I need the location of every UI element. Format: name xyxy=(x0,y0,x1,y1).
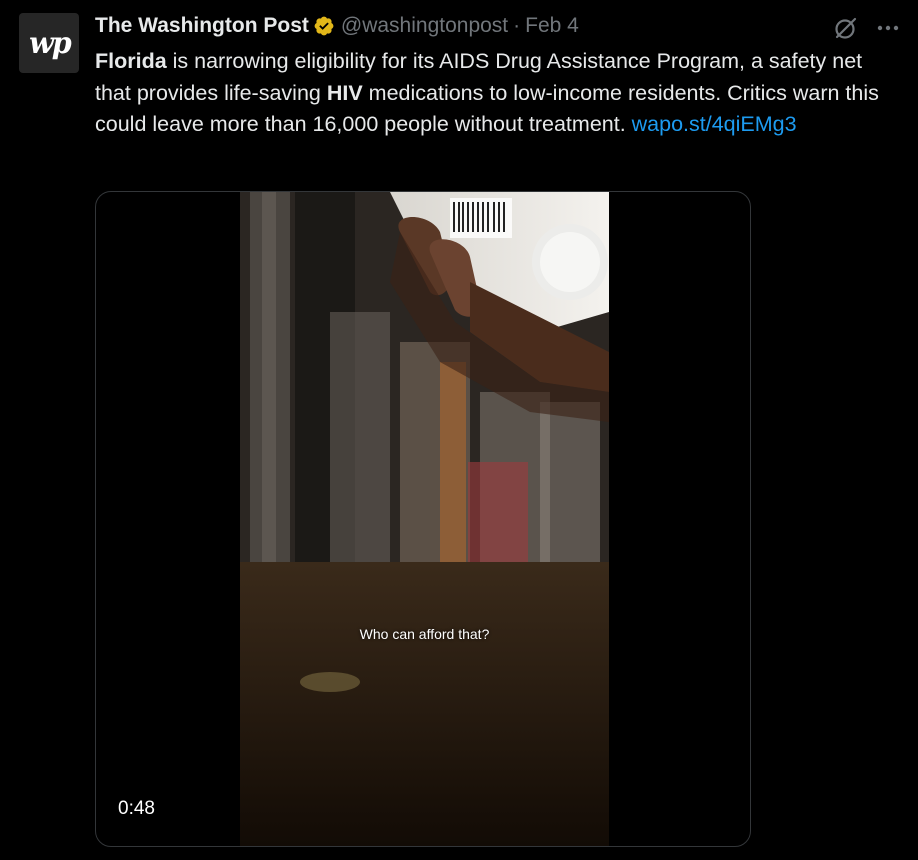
more-icon[interactable] xyxy=(874,14,902,42)
verified-badge-icon xyxy=(314,16,334,36)
avatar-logo: wp xyxy=(28,25,72,61)
avatar[interactable]: wp xyxy=(19,13,79,73)
grok-icon[interactable] xyxy=(832,14,860,42)
hashtag-florida[interactable]: Florida xyxy=(95,49,167,73)
video-frame[interactable] xyxy=(240,192,609,846)
author-name[interactable]: The Washington Post xyxy=(95,14,309,38)
video-caption: Who can afford that? xyxy=(359,626,490,642)
video-duration: 0:48 xyxy=(118,798,155,819)
hashtag-hiv[interactable]: HIV xyxy=(327,81,363,105)
tweet-text: Florida is narrowing eligibility for its… xyxy=(95,46,895,141)
author-handle[interactable]: @washingtonpost xyxy=(341,14,508,38)
video-still xyxy=(240,192,609,846)
tweet-date[interactable]: Feb 4 xyxy=(525,14,579,38)
tweet-header: The Washington Post @washingtonpost · Fe… xyxy=(95,12,579,40)
separator-dot: · xyxy=(513,14,521,37)
tweet-link[interactable]: wapo.st/4qiEMg3 xyxy=(632,112,797,136)
video-player[interactable]: Who can afford that? 0:48 xyxy=(95,191,751,847)
